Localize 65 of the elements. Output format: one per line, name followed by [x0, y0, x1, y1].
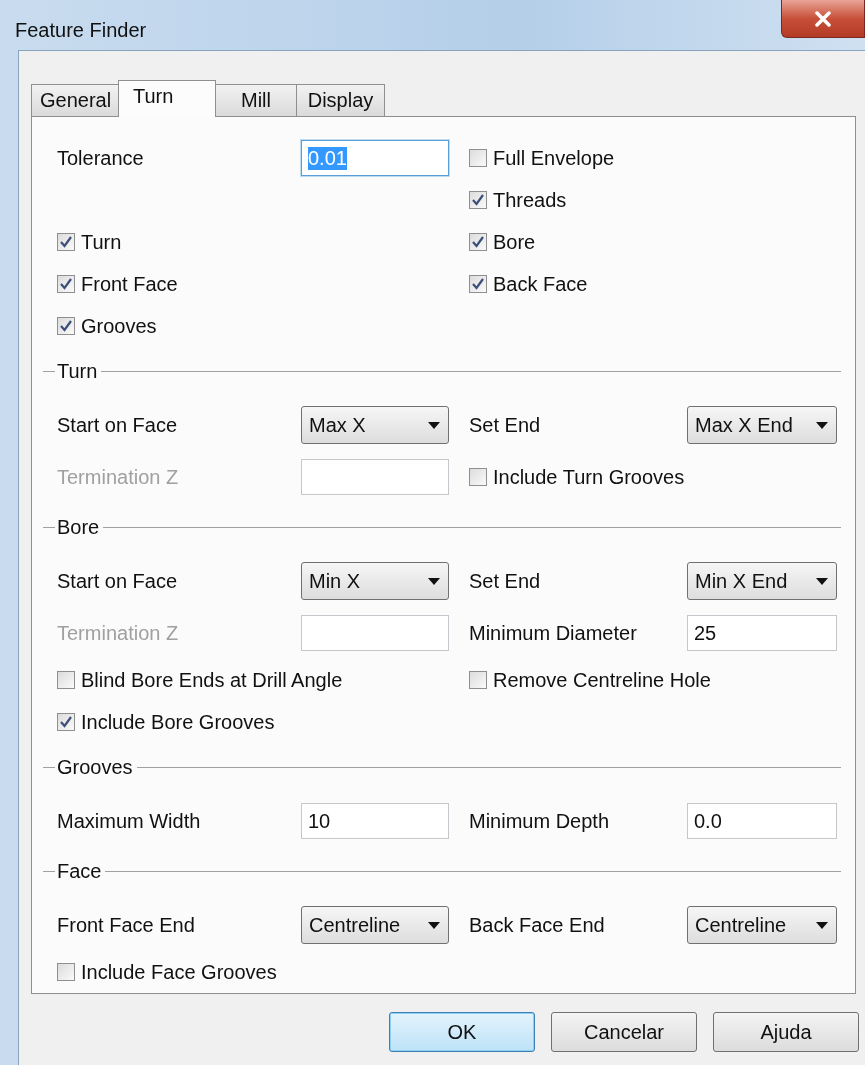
field-label: Start on Face [57, 569, 178, 593]
field-label: Minimum Diameter [469, 621, 637, 645]
dropdown[interactable]: Max X [301, 406, 449, 444]
dropdown-arrow-icon [816, 421, 828, 429]
window-title: Feature Finder [15, 19, 147, 42]
checkbox[interactable] [469, 468, 487, 486]
tab[interactable]: General [31, 84, 119, 116]
dropdown-arrow-icon [428, 421, 440, 429]
input-field[interactable]: 25 [687, 615, 837, 651]
dropdown-arrow-icon [816, 577, 828, 585]
checkbox-label[interactable]: Blind Bore Ends at Drill Angle [81, 668, 343, 692]
dropdown[interactable]: Min X End [687, 562, 837, 600]
field-label: Set End [469, 569, 541, 593]
field-label: Maximum Width [57, 809, 201, 833]
checkbox[interactable] [57, 963, 75, 981]
tab[interactable]: Mill [215, 84, 297, 116]
checkbox[interactable] [57, 317, 75, 335]
checkbox[interactable] [57, 233, 75, 251]
field-label: Set End [469, 413, 541, 437]
dropdown[interactable]: Centreline [687, 906, 837, 944]
checkbox-label[interactable]: Turn [81, 230, 122, 254]
checkbox[interactable] [469, 275, 487, 293]
close-button[interactable] [781, 0, 865, 38]
group-title: Turn [56, 359, 99, 383]
close-icon [814, 10, 832, 27]
checkbox[interactable] [469, 149, 487, 167]
checkbox-label[interactable]: Front Face [81, 272, 178, 296]
input-field[interactable]: 10 [301, 803, 449, 839]
checkbox[interactable] [57, 671, 75, 689]
field-label: Tolerance [57, 146, 144, 170]
dialog-button[interactable]: OK [389, 1012, 535, 1052]
field-label: Termination Z [57, 621, 179, 645]
dropdown-arrow-icon [816, 921, 828, 929]
checkbox[interactable] [57, 713, 75, 731]
dropdown[interactable]: Max X End [687, 406, 837, 444]
checkbox-label[interactable]: Remove Centreline Hole [493, 668, 711, 692]
field-label: Front Face End [57, 913, 195, 937]
tab[interactable]: Display [296, 84, 385, 116]
checkbox[interactable] [469, 671, 487, 689]
input-field[interactable]: 0.0 [687, 803, 837, 839]
dropdown-arrow-icon [428, 577, 440, 585]
checkbox-label[interactable]: Include Bore Grooves [81, 710, 275, 734]
dialog-button[interactable]: Cancelar [551, 1012, 697, 1052]
checkbox-label[interactable]: Grooves [81, 314, 157, 338]
dropdown[interactable]: Min X [301, 562, 449, 600]
group-title: Grooves [56, 755, 134, 779]
field-label: Start on Face [57, 413, 178, 437]
dropdown[interactable]: Centreline [301, 906, 449, 944]
field-label: Minimum Depth [469, 809, 610, 833]
checkbox[interactable] [469, 233, 487, 251]
checkbox-label[interactable]: Include Face Grooves [81, 960, 277, 984]
checkbox-label[interactable]: Threads [493, 188, 567, 212]
dialog-button[interactable]: Ajuda [713, 1012, 859, 1052]
group-title: Bore [56, 515, 101, 539]
tab[interactable]: Turn [118, 80, 216, 117]
checkbox-label[interactable]: Include Turn Grooves [493, 465, 685, 489]
checkbox[interactable] [57, 275, 75, 293]
dropdown-arrow-icon [428, 921, 440, 929]
checkbox-label[interactable]: Bore [493, 230, 536, 254]
checkbox-label[interactable]: Back Face [493, 272, 588, 296]
checkbox[interactable] [469, 191, 487, 209]
group-title: Face [56, 859, 103, 883]
field-label: Back Face End [469, 913, 605, 937]
field-label: Termination Z [57, 465, 179, 489]
checkbox-label[interactable]: Full Envelope [493, 146, 615, 170]
